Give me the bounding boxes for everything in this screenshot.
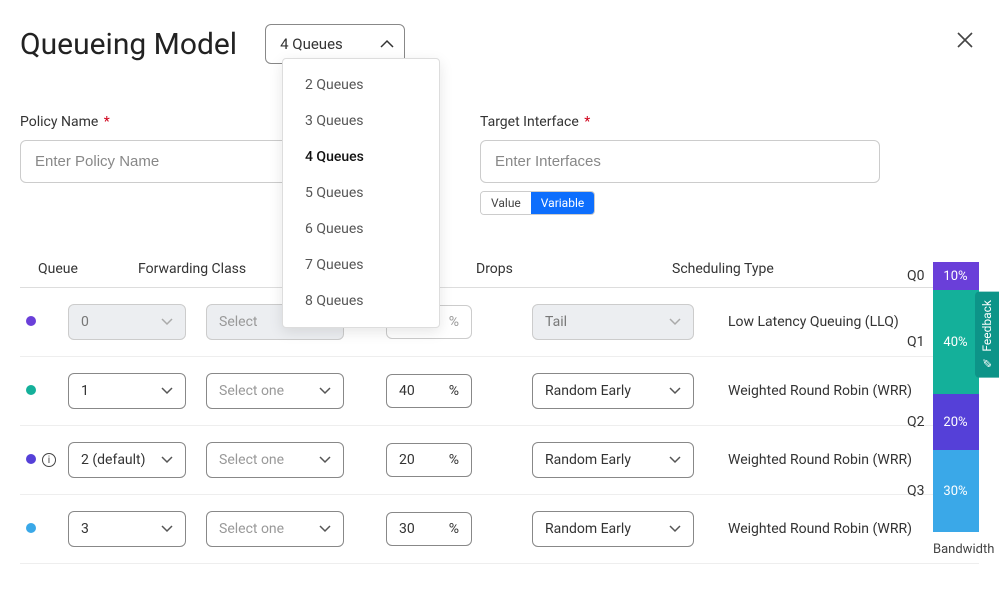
queue-select-value: 2 (default) (81, 452, 146, 468)
drops-select[interactable]: Random Early (532, 442, 694, 478)
drops-select[interactable]: Random Early (532, 511, 694, 547)
drops-value: Random Early (545, 452, 631, 468)
target-interface-label-text: Target Interface (480, 114, 579, 130)
queue-option[interactable]: 7 Queues (283, 247, 439, 283)
table-row: 3 Select one 30% Random Early Weighted Round… (20, 495, 979, 564)
bandwidth-input[interactable]: 20% (386, 443, 472, 477)
required-star: * (104, 114, 110, 130)
page-title: Queueing Model (20, 27, 237, 62)
forwarding-class-select[interactable]: Select one (206, 373, 344, 409)
chevron-down-icon (319, 452, 331, 468)
queue-color-dot (26, 523, 36, 533)
target-interface-input[interactable] (480, 140, 880, 183)
drops-select[interactable]: Random Early (532, 373, 694, 409)
chevron-up-icon (380, 39, 390, 49)
queue-select: 0 (68, 304, 186, 340)
forwarding-class-select[interactable]: Select one (206, 511, 344, 547)
bandwidth-segment: 40% (933, 290, 979, 394)
queue-option[interactable]: 3 Queues (283, 103, 439, 139)
close-button[interactable] (955, 30, 975, 50)
forwarding-class-select[interactable]: Select one (206, 442, 344, 478)
chevron-down-icon (669, 452, 681, 468)
drops-value: Random Early (545, 383, 631, 399)
forwarding-class-value: Select one (219, 383, 284, 399)
queue-option[interactable]: 6 Queues (283, 211, 439, 247)
queue-color-dot (26, 454, 36, 464)
bandwidth-input[interactable]: 40% (386, 374, 472, 408)
bandwidth-unit: % (449, 521, 459, 537)
bandwidth-segment: 10% (933, 262, 979, 290)
feedback-label: Feedback (980, 300, 994, 352)
scheduling-type-text: Weighted Round Robin (WRR) (728, 521, 912, 537)
queue-select-value: 1 (81, 383, 89, 399)
bandwidth-unit: % (449, 383, 459, 399)
info-icon[interactable]: i (42, 453, 56, 467)
forwarding-class-value: Select (219, 314, 257, 330)
table-header: Queue Forwarding Class dth % Drops Sched… (20, 251, 979, 288)
queue-select-value: 3 (81, 521, 89, 537)
bandwidth-value: 40 (399, 383, 415, 399)
feedback-icon: ✎ (980, 356, 994, 370)
chevron-down-icon (161, 383, 173, 399)
col-drops: Drops (476, 261, 656, 277)
col-queue: Queue (38, 261, 138, 277)
table-row: 0 Select% Tail Low Latency Queuing (LLQ) (20, 288, 979, 357)
chevron-down-icon (669, 383, 681, 399)
scheduling-type-text: Weighted Round Robin (WRR) (728, 452, 912, 468)
chevron-down-icon (161, 314, 173, 330)
target-interface-label: Target Interface * (480, 114, 880, 130)
bandwidth-value: 30 (399, 521, 415, 537)
chevron-down-icon (669, 521, 681, 537)
bandwidth-unit: % (449, 452, 459, 468)
chevron-down-icon (669, 314, 681, 330)
forwarding-class-value: Select one (219, 521, 284, 537)
queue-option[interactable]: 2 Queues (283, 67, 439, 103)
chevron-down-icon (319, 521, 331, 537)
queue-count-value: 4 Queues (280, 35, 343, 53)
scheduling-type-text: Low Latency Queuing (LLQ) (728, 314, 899, 330)
table-row: i 2 (default) Select one 20% Random Early Wei… (20, 426, 979, 495)
bandwidth-segment: 30% (933, 450, 979, 532)
queue-color-dot (26, 385, 36, 395)
queue-color-dot (26, 316, 36, 326)
bandwidth-caption: Bandwidth (933, 542, 994, 557)
queue-select[interactable]: 3 (68, 511, 186, 547)
bandwidth-queue-label: Q1 (907, 290, 925, 394)
scheduling-type-text: Weighted Round Robin (WRR) (728, 383, 912, 399)
table-row: 1 Select one 40% Random Early Weighted Round… (20, 357, 979, 426)
queue-option[interactable]: 8 Queues (283, 283, 439, 319)
queue-select-value: 0 (81, 314, 89, 330)
bandwidth-unit: % (449, 314, 459, 330)
queue-select[interactable]: 1 (68, 373, 186, 409)
bandwidth-queue-label: Q2 (907, 394, 925, 450)
toggle-value[interactable]: Value (481, 192, 531, 214)
bandwidth-input[interactable]: 30% (386, 512, 472, 546)
feedback-tab[interactable]: ✎ Feedback (975, 292, 999, 378)
queue-count-dropdown[interactable]: 2 Queues3 Queues4 Queues5 Queues6 Queues… (282, 58, 440, 328)
drops-value: Tail (545, 314, 567, 330)
queue-option[interactable]: 5 Queues (283, 175, 439, 211)
queue-option[interactable]: 4 Queues (283, 139, 439, 175)
chevron-down-icon (161, 521, 173, 537)
forwarding-class-value: Select one (219, 452, 284, 468)
bandwidth-segment: 20% (933, 394, 979, 450)
bandwidth-queue-label: Q3 (907, 450, 925, 532)
required-star: * (584, 114, 590, 130)
value-variable-toggle[interactable]: Value Variable (480, 191, 595, 215)
chevron-down-icon (161, 452, 173, 468)
drops-value: Random Early (545, 521, 631, 537)
chevron-down-icon (319, 383, 331, 399)
bandwidth-value: 20 (399, 452, 415, 468)
toggle-variable[interactable]: Variable (531, 192, 594, 214)
drops-select: Tail (532, 304, 694, 340)
policy-name-label-text: Policy Name (20, 114, 98, 130)
queue-select[interactable]: 2 (default) (68, 442, 186, 478)
bandwidth-queue-label: Q0 (907, 262, 925, 290)
